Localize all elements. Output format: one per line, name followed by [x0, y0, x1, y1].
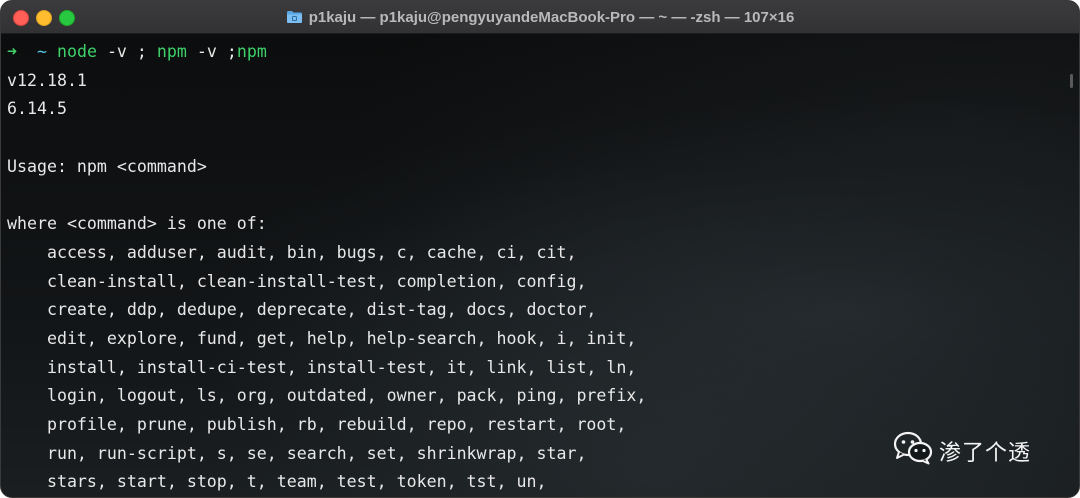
output-line: install, install-ci-test, install-test, … — [7, 357, 637, 377]
output-line: profile, prune, publish, rb, rebuild, re… — [7, 414, 627, 434]
title-bar[interactable]: p1kaju — p1kaju@pengyuyandeMacBook-Pro —… — [1, 1, 1079, 34]
output-line: where <command> is one of: — [7, 214, 267, 234]
command-node-args: -v ; — [96, 42, 157, 61]
output-line: run, run-script, s, se, search, set, shr… — [7, 443, 587, 463]
terminal-window: p1kaju — p1kaju@pengyuyandeMacBook-Pro —… — [0, 0, 1080, 498]
command-node: node — [56, 42, 97, 61]
output-line: edit, explore, fund, get, help, help-sea… — [7, 328, 637, 348]
prompt-line: ➜ ~ node -v ; npm -v ;npm — [7, 38, 646, 67]
output-line: login, logout, ls, org, outdated, owner,… — [7, 386, 647, 406]
window-title: p1kaju — p1kaju@pengyuyandeMacBook-Pro —… — [308, 8, 795, 26]
window-title-group: p1kaju — p1kaju@pengyuyandeMacBook-Pro —… — [1, 1, 1079, 33]
command-npm-1-args: -v ; — [186, 42, 237, 61]
output-line: 6.14.5 — [7, 99, 67, 119]
scrollbar[interactable] — [1070, 74, 1073, 88]
watermark: 渗了个透 — [893, 431, 1031, 470]
command-npm-2: npm — [236, 42, 267, 61]
command-npm-1: npm — [156, 42, 187, 61]
prompt-arrow-icon: ➜ — [7, 42, 17, 61]
output-line: Usage: npm <command> — [7, 156, 207, 176]
terminal-output[interactable]: ➜ ~ node -v ; npm -v ;npm v12.18.1 6.14.5 U… — [7, 38, 646, 497]
watermark-text: 渗了个透 — [939, 440, 1032, 466]
output-line: v12.18.1 — [7, 70, 87, 90]
wechat-icon — [893, 431, 933, 470]
output-line: create, ddp, dedupe, deprecate, dist-tag… — [7, 300, 597, 320]
output-line: stars, start, stop, t, team, test, token… — [7, 472, 547, 492]
prompt-directory: ~ — [36, 42, 47, 61]
folder-icon — [286, 10, 303, 24]
output-line: clean-install, clean-install-test, compl… — [7, 271, 587, 291]
output-line: access, adduser, audit, bin, bugs, c, ca… — [7, 242, 577, 262]
